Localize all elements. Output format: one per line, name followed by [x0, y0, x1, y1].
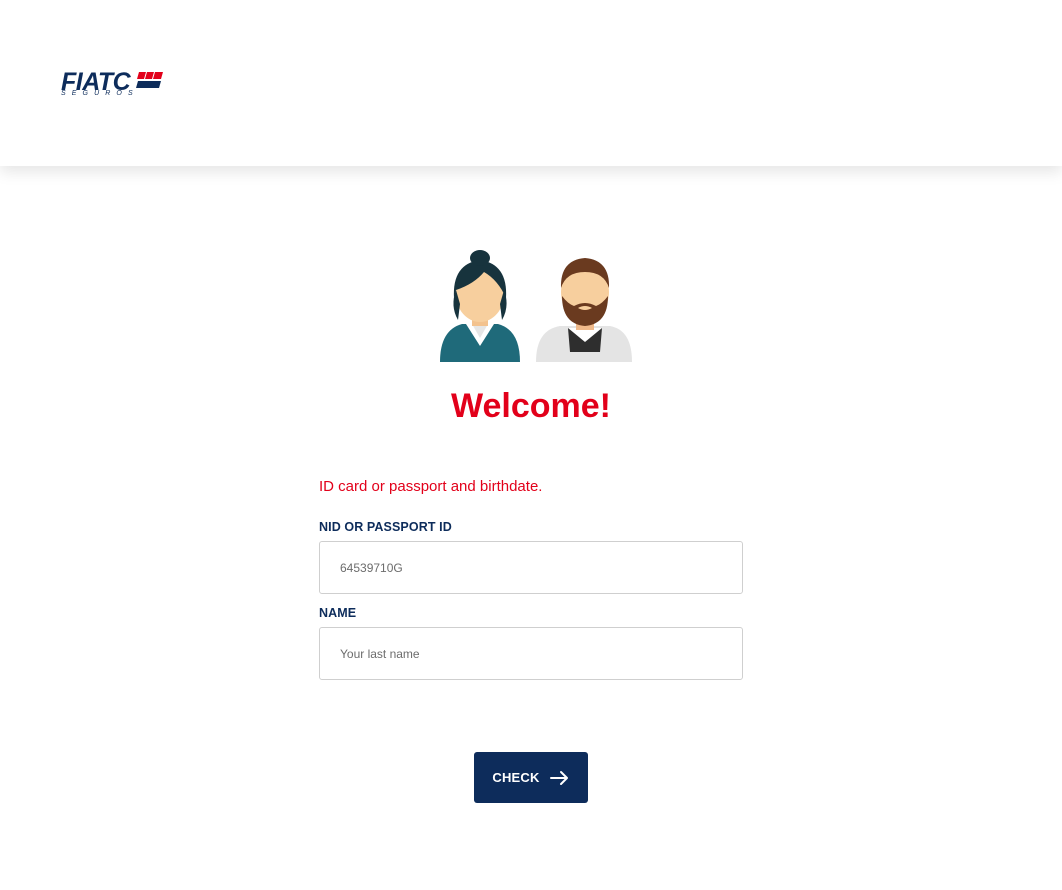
identity-form: ID card or passport and birthdate. NID O… — [319, 477, 743, 680]
name-input[interactable] — [320, 628, 742, 679]
fiatc-logo[interactable]: FIATC SEGUROS — [61, 68, 165, 100]
check-button-label: CHECK — [492, 770, 540, 785]
arrow-right-icon — [549, 770, 568, 785]
logo-mark-icon — [136, 72, 163, 88]
man-avatar-icon — [536, 258, 632, 362]
form-intro: ID card or passport and birthdate. — [319, 478, 543, 495]
user-avatars-illustration — [440, 250, 632, 362]
woman-avatar-icon — [440, 250, 520, 362]
nid-label: NID OR PASSPORT ID — [319, 520, 452, 534]
name-label: NAME — [319, 606, 357, 620]
nid-input[interactable] — [320, 542, 742, 593]
header: FIATC SEGUROS — [0, 0, 1062, 166]
nid-field[interactable] — [319, 541, 743, 594]
logo-tagline: SEGUROS — [61, 90, 139, 97]
check-button[interactable]: CHECK — [474, 752, 588, 803]
welcome-title: Welcome! — [451, 387, 611, 425]
name-field[interactable] — [319, 627, 743, 680]
main-content: Welcome! ID card or passport and birthda… — [0, 166, 1062, 890]
